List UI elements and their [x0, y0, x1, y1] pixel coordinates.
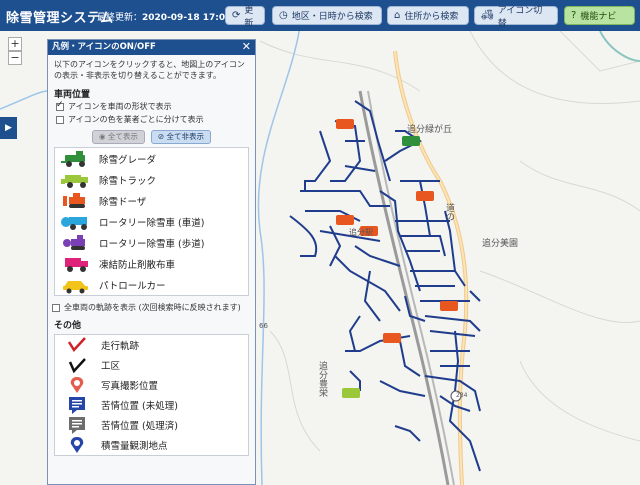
complaint-closed-icon	[69, 417, 85, 434]
house-icon: ⌂	[394, 10, 401, 21]
close-icon[interactable]: ✕	[242, 40, 251, 54]
app-header: 除雪管理システム 最終更新：2020-09-18 17:07:21 ⟳ 更新 ◷ 地…	[0, 0, 640, 31]
rotary-road-icon	[61, 216, 87, 230]
track-icon	[67, 337, 86, 353]
checkbox-unchecked[interactable]	[56, 115, 64, 124]
search-address-button[interactable]: ⌂ 住所から検索	[387, 6, 469, 25]
legend-item-complaint-open[interactable]: 苦情位置 (未処理)	[55, 395, 248, 415]
rotary-sidewalk-icon	[63, 234, 85, 250]
snow-truck-icon	[61, 174, 88, 188]
search-area-time-button[interactable]: ◷ 地区・日時から検索	[272, 6, 382, 25]
legend-item-dozer[interactable]: 除雪ドーザ	[55, 190, 248, 211]
legend-item-track[interactable]: 走行軌跡	[55, 335, 248, 355]
last-update-label: 最終更新：	[97, 13, 143, 23]
all-tracks-checkbox[interactable]: 全車両の軌跡を表示 (次回検索時に反映されます)	[48, 296, 255, 313]
antifreeze-truck-icon	[65, 257, 88, 272]
legend-item-rotary-road[interactable]: ロータリー除雪車 (車道)	[55, 211, 248, 232]
vehicle-section-title: 車両位置	[54, 90, 91, 100]
legend-panel: 凡例・アイコンのON/OFF ✕ 以下のアイコンをクリックすると、地図上のアイコ…	[47, 39, 256, 485]
refresh-button[interactable]: ⟳ 更新	[225, 6, 265, 29]
vehicle-icon: 🚜︎	[481, 10, 494, 21]
legend-item-antifreeze[interactable]: 凍結防止剤散布車	[55, 253, 248, 274]
legend-panel-title: 凡例・アイコンのON/OFF	[52, 42, 156, 52]
eye-off-icon: ⊘	[157, 132, 167, 141]
checkbox-checked[interactable]	[56, 100, 64, 111]
work-area-icon	[68, 358, 86, 374]
map-label-oiwake-mihara: 追分美園	[482, 239, 519, 249]
map-label-oiwake-midorigaoka: 追分緑が丘	[407, 125, 453, 135]
option-shape-checkbox[interactable]: アイコンを車両の形状で表示	[48, 100, 255, 113]
checkbox-unchecked[interactable]	[52, 303, 60, 312]
camera-icon	[70, 377, 84, 393]
map-label-michi-no: 道の	[444, 203, 454, 221]
clock-icon: ◷	[279, 10, 288, 21]
show-hide-buttons: ◉ 全て表示 ⊘ 全て非表示	[48, 130, 255, 144]
legend-item-rotary-sidewalk[interactable]: ロータリー除雪車 (歩道)	[55, 232, 248, 253]
dozer-icon	[63, 192, 85, 208]
eye-icon: ◉	[98, 132, 108, 141]
map-label-road-66: 66	[259, 322, 268, 330]
legend-item-snow-station[interactable]: 積雪量観測地点	[55, 435, 248, 455]
side-panel-toggle[interactable]: ▶	[0, 117, 17, 139]
vehicle-legend-list: 除雪グレーダ 除雪トラック 除雪ドーザ ロータリー除雪車 (車道) ロータリー除…	[54, 147, 249, 296]
legend-item-work-area[interactable]: 工区	[55, 355, 248, 375]
legend-item-camera[interactable]: 写真撮影位置	[55, 375, 248, 395]
legend-panel-header: 凡例・アイコンのON/OFF ✕	[48, 40, 255, 55]
legend-item-grader[interactable]: 除雪グレーダ	[55, 148, 248, 169]
grader-icon	[61, 150, 85, 167]
option-color-checkbox[interactable]: アイコンの色を業者ごとに分けて表示	[48, 113, 255, 126]
patrol-car-icon	[63, 280, 88, 293]
refresh-icon: ⟳	[232, 10, 241, 21]
function-navi-button[interactable]: ? 機能ナビ	[564, 6, 635, 25]
zoom-out-button[interactable]: −	[8, 51, 22, 65]
icon-switch-button[interactable]: 🚜︎ アイコン切替	[474, 6, 558, 29]
other-section-title: その他	[54, 321, 82, 331]
hide-all-button[interactable]: ⊘ 全て非表示	[150, 130, 212, 144]
map-label-oiwake-eki: 追分駅	[349, 228, 373, 237]
show-all-button[interactable]: ◉ 全て表示	[91, 130, 145, 144]
snow-station-icon	[70, 437, 84, 453]
legend-item-patrol-car[interactable]: パトロールカー	[55, 274, 248, 295]
legend-item-complaint-closed[interactable]: 苦情位置 (処理済)	[55, 415, 248, 435]
legend-item-truck[interactable]: 除雪トラック	[55, 169, 248, 190]
help-icon: ?	[571, 10, 577, 21]
map-label-oiwake-hanabe: 追分豊栄	[317, 361, 327, 397]
zoom-in-button[interactable]: +	[8, 37, 22, 51]
other-legend-list: 走行軌跡 工区 写真撮影位置 苦情位置 (未処理) 苦情位置 (処理済) 積雪量…	[54, 334, 249, 456]
legend-description: 以下のアイコンをクリックすると、地図上のアイコンの表示・非表示を切り替えることが…	[54, 60, 245, 80]
map-label-road-234: 234	[456, 392, 468, 399]
complaint-open-icon	[69, 397, 85, 414]
